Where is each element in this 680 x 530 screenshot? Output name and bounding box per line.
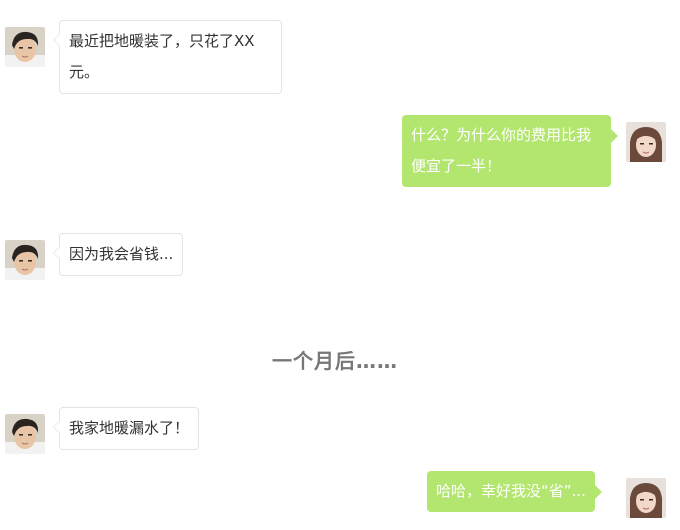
male-avatar-icon[interactable] [5, 27, 45, 67]
message-bubble-3[interactable]: 因为我会省钱... [52, 233, 184, 276]
message-bubble-2[interactable]: 什么？为什么你的费用比我便宜了一半！ [402, 115, 618, 187]
male-avatar-icon[interactable] [5, 240, 45, 280]
message-bubble-5[interactable]: 哈哈，幸好我没“省”... [427, 471, 602, 512]
female-avatar-icon[interactable] [626, 478, 666, 518]
message-text-3: 因为我会省钱... [69, 245, 174, 263]
female-avatar-icon[interactable] [626, 122, 666, 162]
message-text-4: 我家地暖漏水了！ [69, 419, 190, 437]
message-text-1: 最近把地暖装了，只花了XX元。 [69, 32, 255, 81]
message-text-2: 什么？为什么你的费用比我便宜了一半！ [411, 126, 592, 175]
time-divider: 一个月后…… [272, 349, 398, 373]
male-avatar-icon[interactable] [5, 414, 45, 454]
message-bubble-4[interactable]: 我家地暖漏水了！ [52, 407, 200, 450]
message-bubble-1[interactable]: 最近把地暖装了，只花了XX元。 [53, 20, 282, 94]
message-text-5: 哈哈，幸好我没“省”... [436, 482, 586, 500]
